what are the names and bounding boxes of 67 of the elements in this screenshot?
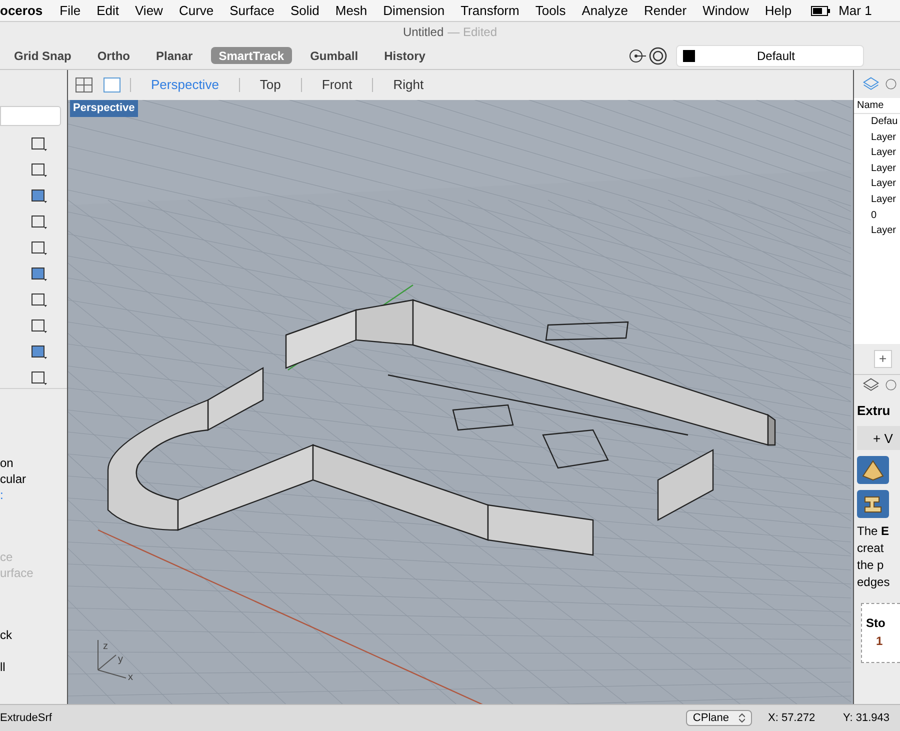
menu-item[interactable]: Tools bbox=[535, 0, 566, 20]
four-views-icon[interactable] bbox=[74, 75, 94, 95]
menu-item[interactable]: Window bbox=[702, 0, 749, 20]
layers-icon[interactable] bbox=[862, 75, 880, 93]
axis-label: z bbox=[103, 640, 108, 654]
stepper-icon bbox=[739, 713, 745, 723]
help-button[interactable]: + V bbox=[857, 426, 900, 450]
option-text: on bbox=[0, 455, 14, 471]
option-text: ck bbox=[0, 627, 13, 643]
x-coordinate: X: 57.272 bbox=[768, 710, 816, 726]
layer-row[interactable]: Layer bbox=[854, 145, 900, 161]
option-text: : bbox=[0, 487, 4, 503]
view-tab[interactable]: Right bbox=[381, 75, 436, 95]
layer-row[interactable]: Layer bbox=[854, 223, 900, 239]
clock: Mar 1 bbox=[838, 2, 872, 20]
axis-label: x bbox=[128, 671, 133, 685]
menu-item[interactable]: Mesh bbox=[335, 0, 368, 20]
layer-field[interactable]: Default bbox=[676, 44, 864, 66]
axis-label: y bbox=[118, 653, 123, 667]
window-subtitle: — Edited bbox=[448, 24, 498, 41]
app-menu[interactable]: oceros bbox=[0, 0, 43, 20]
cplane-dropdown[interactable]: CPlane bbox=[686, 710, 752, 726]
menu-item[interactable]: Edit bbox=[96, 0, 119, 20]
viewport-label: Perspective bbox=[70, 100, 138, 117]
toggle-button[interactable]: Gumball bbox=[302, 47, 366, 64]
battery-icon[interactable] bbox=[810, 6, 831, 16]
layer-row[interactable]: Layer bbox=[854, 192, 900, 208]
window-title: Untitled bbox=[402, 24, 444, 41]
steps-title: Sto bbox=[866, 615, 886, 632]
option-text: cular bbox=[0, 471, 28, 487]
command-text: ExtrudeSrf bbox=[0, 710, 52, 726]
menu-item[interactable]: Transform bbox=[460, 0, 520, 20]
menu-item[interactable]: Surface bbox=[230, 0, 274, 20]
layer-row[interactable]: Layer bbox=[854, 130, 900, 146]
menu-item[interactable]: Analyze bbox=[582, 0, 628, 20]
menu-item[interactable]: Render bbox=[644, 0, 687, 20]
option-text: ce bbox=[0, 549, 14, 565]
search-field[interactable] bbox=[0, 106, 61, 126]
help-paragraph: The E creat the p edges bbox=[857, 523, 890, 592]
extrude-icon bbox=[857, 490, 889, 518]
column-header: Name bbox=[854, 98, 900, 114]
axis-indicator-drawing bbox=[98, 640, 126, 678]
y-coordinate: Y: 31.943 bbox=[843, 710, 890, 726]
layer-row[interactable]: 0 bbox=[854, 208, 900, 224]
add-layer-button[interactable]: + bbox=[874, 350, 892, 368]
menu-item[interactable]: Curve bbox=[178, 0, 214, 20]
layer-swatch bbox=[683, 50, 695, 62]
toggle-button[interactable]: Ortho bbox=[89, 47, 138, 64]
option-text: urface bbox=[0, 565, 34, 581]
menu-item[interactable]: View bbox=[135, 0, 163, 20]
layer-row[interactable]: Layer bbox=[854, 160, 900, 176]
view-tab[interactable]: Front bbox=[310, 75, 364, 95]
toggle-button[interactable]: History bbox=[376, 47, 434, 64]
menu-item[interactable]: Dimension bbox=[383, 0, 445, 20]
toggle-button[interactable]: Grid Snap bbox=[6, 47, 80, 64]
single-view-icon[interactable] bbox=[102, 75, 122, 95]
option-text: ll bbox=[0, 659, 6, 675]
menu-item[interactable]: Solid bbox=[290, 0, 320, 20]
menu-item[interactable]: Help bbox=[764, 0, 792, 20]
layer-row[interactable]: Defau bbox=[854, 114, 900, 130]
layer-row[interactable]: Layer bbox=[854, 176, 900, 192]
view-tab[interactable]: Top bbox=[248, 75, 293, 95]
target-icon[interactable] bbox=[648, 46, 668, 66]
toggle-button[interactable]: Planar bbox=[148, 47, 201, 64]
help-title: Extru bbox=[857, 402, 890, 420]
step-number: 1 bbox=[875, 633, 883, 650]
menu-item[interactable]: File bbox=[60, 0, 81, 20]
